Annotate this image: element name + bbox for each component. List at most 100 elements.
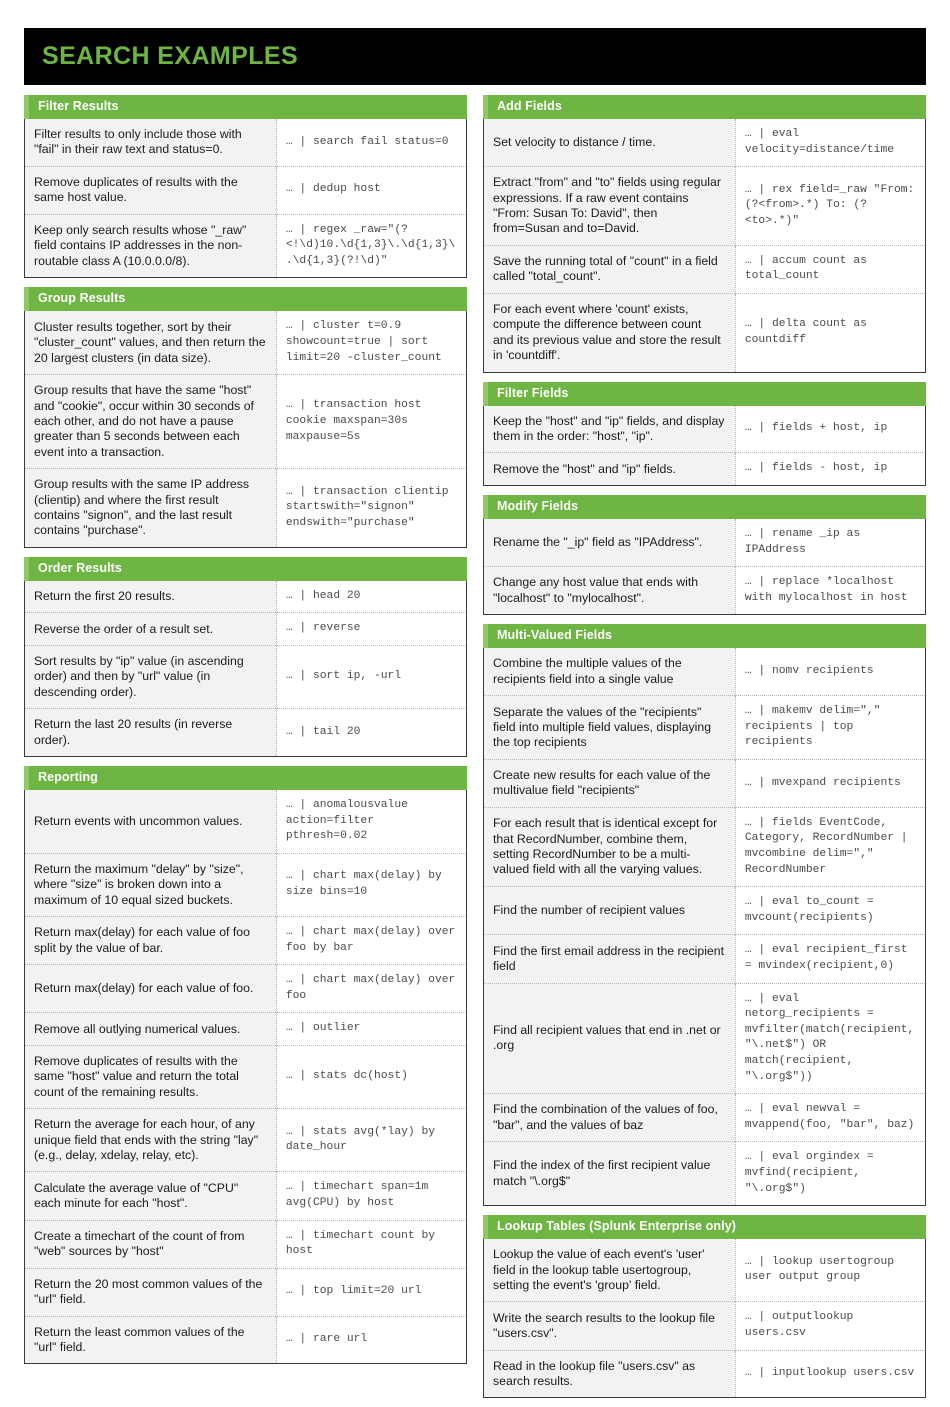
table-row: Change any host value that ends with "lo… xyxy=(484,566,925,615)
table-row: Cluster results together, sort by their … xyxy=(25,311,466,375)
example-description: Separate the values of the "recipients" … xyxy=(484,695,736,760)
example-description: Return the 20 most common values of the … xyxy=(25,1267,277,1317)
example-command[interactable]: … | eval newval = mvappend(foo, "bar", b… xyxy=(735,1093,925,1142)
example-command[interactable]: … | reverse xyxy=(276,612,466,646)
example-description: Combine the multiple values of the recip… xyxy=(484,648,736,696)
example-command[interactable]: … | accum count as total_count xyxy=(735,244,925,294)
example-command[interactable]: … | tail 20 xyxy=(276,708,466,757)
example-description: Create new results for each value of the… xyxy=(484,759,736,808)
table-row: Calculate the average value of "CPU" eac… xyxy=(25,1171,466,1221)
example-command[interactable]: … | inputlookup users.csv xyxy=(735,1349,925,1398)
table-row: Group results that have the same "host" … xyxy=(25,374,466,469)
table-row: Group results with the same IP address (… xyxy=(25,468,466,547)
table-row: Return the last 20 results (in reverse o… xyxy=(25,708,466,757)
table-row: Reverse the order of a result set.… | re… xyxy=(25,612,466,646)
example-description: Keep the "host" and "ip" fields, and dis… xyxy=(484,405,736,453)
example-command[interactable]: … | chart max(delay) over foo by bar xyxy=(276,916,466,965)
example-description: Keep only search results whose "_raw" fi… xyxy=(25,213,277,278)
example-command[interactable]: … | eval netorg_recipients = mvfilter(ma… xyxy=(735,982,925,1094)
example-command[interactable]: … | chart max(delay) over foo xyxy=(276,964,466,1013)
right-column: Add Fields Set velocity to distance / tim… xyxy=(483,95,926,1407)
table-row: For each event where 'count' exists, com… xyxy=(484,292,925,372)
table-row: Set velocity to distance / time.… | eval… xyxy=(484,119,925,167)
table-row: Return events with uncommon values.… | a… xyxy=(25,790,466,854)
table-row: Find the combination of the values of fo… xyxy=(484,1093,925,1142)
section-lookup-tables-splunk-enterprise-only: Lookup Tables (Splunk Enterprise only) Lo… xyxy=(483,1215,926,1399)
section-filter-results: Filter Results Filter results to only inc… xyxy=(24,95,467,279)
example-command[interactable]: … | timechart count by host xyxy=(276,1219,466,1269)
example-command[interactable]: … | stats dc(host) xyxy=(276,1045,466,1109)
table-row: Return max(delay) for each value of foo … xyxy=(25,916,466,965)
examples-table: Lookup the value of each event's 'user' … xyxy=(484,1239,925,1398)
example-description: Return the last 20 results (in reverse o… xyxy=(25,708,277,757)
example-description: Return the maximum "delay" by "size", wh… xyxy=(25,852,277,917)
examples-table: Cluster results together, sort by their … xyxy=(25,311,466,547)
example-description: Calculate the average value of "CPU" eac… xyxy=(25,1171,277,1221)
examples-table: Keep the "host" and "ip" fields, and dis… xyxy=(484,405,925,486)
example-description: Create a timechart of the count of from … xyxy=(25,1219,277,1269)
example-command[interactable]: … | sort ip, -url xyxy=(276,645,466,709)
example-command[interactable]: … | replace *localhost with mylocalhost … xyxy=(735,566,925,615)
example-command[interactable]: … | stats avg(*lay) by date_hour xyxy=(276,1108,466,1172)
section-add-fields: Add Fields Set velocity to distance / tim… xyxy=(483,95,926,373)
example-command[interactable]: … | head 20 xyxy=(276,580,466,613)
example-command[interactable]: … | nomv recipients xyxy=(735,648,925,696)
example-command[interactable]: … | mvexpand recipients xyxy=(735,759,925,808)
example-command[interactable]: … | eval recipient_first = mvindex(recip… xyxy=(735,934,925,984)
example-description: Find all recipient values that end in .n… xyxy=(484,982,736,1094)
example-command[interactable]: … | outlier xyxy=(276,1012,466,1046)
example-description: Group results that have the same "host" … xyxy=(25,374,277,469)
example-command[interactable]: … | fields - host, ip xyxy=(735,452,925,486)
example-description: Rename the "_ip" field as "IPAddress". xyxy=(484,519,736,567)
example-command[interactable]: … | eval orgindex = mvfind(recipient, "\… xyxy=(735,1141,925,1206)
section-heading: Order Results xyxy=(24,556,467,581)
section-order-results: Order Results Return the first 20 results… xyxy=(24,556,467,758)
example-command[interactable]: … | outputlookup users.csv xyxy=(735,1301,925,1350)
example-command[interactable]: … | regex _raw="(?<!\d)10.\d{1,3}\.\d{1,… xyxy=(276,213,466,278)
example-description: Lookup the value of each event's 'user' … xyxy=(484,1239,736,1302)
example-command[interactable]: … | transaction host cookie maxspan=30s … xyxy=(276,374,466,469)
table-row: Return the maximum "delay" by "size", wh… xyxy=(25,852,466,917)
example-command[interactable]: … | dedup host xyxy=(276,165,466,215)
example-description: Group results with the same IP address (… xyxy=(25,468,277,547)
example-command[interactable]: … | rare url xyxy=(276,1315,466,1364)
example-command[interactable]: … | chart max(delay) by size bins=10 xyxy=(276,852,466,917)
section-heading: Group Results xyxy=(24,287,467,312)
example-command[interactable]: … | anomalousvalue action=filter pthresh… xyxy=(276,790,466,854)
example-command[interactable]: … | timechart span=1m avg(CPU) by host xyxy=(276,1171,466,1221)
table-row: Keep the "host" and "ip" fields, and dis… xyxy=(484,405,925,453)
example-command[interactable]: … | search fail status=0 xyxy=(276,119,466,167)
table-row: Keep only search results whose "_raw" fi… xyxy=(25,213,466,278)
examples-table: Rename the "_ip" field as "IPAddress".… … xyxy=(484,519,925,615)
title-banner: SEARCH EXAMPLES xyxy=(24,28,926,85)
example-description: Remove the "host" and "ip" fields. xyxy=(484,452,736,486)
example-command[interactable]: … | cluster t=0.9 showcount=true | sort … xyxy=(276,311,466,375)
example-command[interactable]: … | rename _ip as IPAddress xyxy=(735,519,925,567)
table-row: Return the average for each hour, of any… xyxy=(25,1108,466,1172)
example-description: Cluster results together, sort by their … xyxy=(25,311,277,375)
example-command[interactable]: … | fields + host, ip xyxy=(735,405,925,453)
example-command[interactable]: … | rex field=_raw "From: (?<from>.*) To… xyxy=(735,166,925,246)
section-multi-valued-fields: Multi-Valued Fields Combine the multiple … xyxy=(483,624,926,1207)
example-command[interactable]: … | lookup usertogroup user output group xyxy=(735,1239,925,1302)
example-command[interactable]: … | transaction clientip startswith="sig… xyxy=(276,468,466,547)
example-description: Find the index of the first recipient va… xyxy=(484,1141,736,1206)
table-row: Sort results by "ip" value (in ascending… xyxy=(25,645,466,709)
page-title: SEARCH EXAMPLES xyxy=(42,42,299,70)
example-command[interactable]: … | top limit=20 url xyxy=(276,1267,466,1317)
example-description: Find the first email address in the reci… xyxy=(484,934,736,984)
section-heading: Add Fields xyxy=(483,95,926,119)
table-row: Create new results for each value of the… xyxy=(484,759,925,808)
examples-table: Combine the multiple values of the recip… xyxy=(484,648,925,1206)
example-command[interactable]: … | makemv delim="," recipients | top re… xyxy=(735,695,925,760)
examples-table: Set velocity to distance / time.… | eval… xyxy=(484,119,925,372)
example-command[interactable]: … | fields EventCode, Category, RecordNu… xyxy=(735,806,925,887)
table-row: Return the least common values of the "u… xyxy=(25,1315,466,1364)
table-row: Remove all outlying numerical values.… |… xyxy=(25,1012,466,1046)
example-command[interactable]: … | eval velocity=distance/time xyxy=(735,119,925,167)
examples-table: Return events with uncommon values.… | a… xyxy=(25,790,466,1364)
example-description: Return the average for each hour, of any… xyxy=(25,1108,277,1172)
example-command[interactable]: … | eval to_count = mvcount(recipients) xyxy=(735,886,925,935)
left-column: Filter Results Filter results to only inc… xyxy=(24,95,467,1373)
example-command[interactable]: … | delta count as countdiff xyxy=(735,292,925,372)
